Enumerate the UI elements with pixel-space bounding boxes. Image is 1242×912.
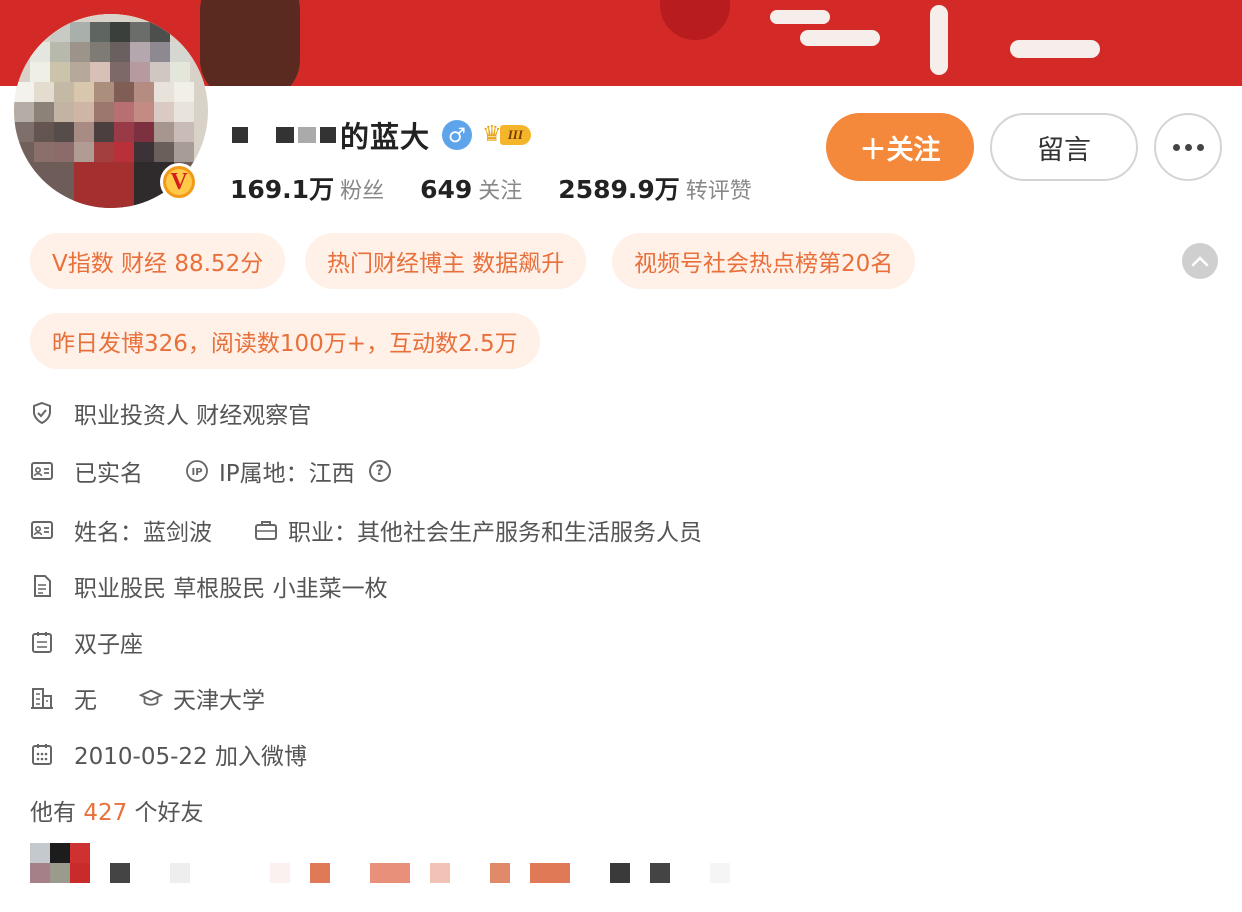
building-icon [30,686,54,710]
banner-lettering [930,5,948,75]
collapse-button[interactable] [1182,243,1218,279]
banner-heart [660,0,730,40]
profile-name-row: 的蓝大 ♂ ♛ III [232,115,531,155]
friends-summary[interactable]: 他有 427 个好友 [30,793,204,827]
real-name: 姓名：蓝剑波 [74,520,212,546]
engagement-count: 2589.9万 [558,175,680,204]
ip-location: IP属地：江西 [219,461,355,487]
follow-button[interactable]: ＋关注 [826,113,974,181]
hot-blogger-tag[interactable]: 热门财经博主 数据飙升 [305,233,587,289]
graduation-cap-icon [139,686,163,710]
profile-sheet [0,86,1242,912]
real-name-status: 已实名 [74,461,143,487]
document-icon [30,574,54,598]
profile-stats: 169.1万 粉丝 649 关注 2589.9万 转评赞 [230,170,788,206]
description-text: 职业股民 草根股民 小韭菜一枚 [74,576,388,602]
calendar-icon [30,630,54,654]
profile-name: 的蓝大 [340,120,431,154]
following-count[interactable]: 649 [420,175,472,204]
join-date-row: 2010-05-22 加入微博 [30,736,307,772]
banner-figure [200,0,300,86]
occupation: 职业：其他社会生产服务和生活服务人员 [288,520,702,546]
following-label[interactable]: 关注 [478,173,522,205]
help-icon[interactable]: ? [368,460,391,482]
friends-count: 427 [83,800,128,826]
verification-row: 已实名 IP IP属地：江西 ? [30,453,391,489]
vip-crown-icon[interactable]: ♛ III [482,123,531,147]
description-row: 职业股民 草根股民 小韭菜一枚 [30,568,388,604]
male-gender-icon: ♂ [442,120,473,150]
zodiac-text: 双子座 [74,632,143,658]
id-card-icon [30,459,54,483]
engagement-label: 转评赞 [685,179,752,204]
more-icon [1172,143,1204,151]
banner-lettering [800,30,880,46]
daily-stats-tag[interactable]: 昨日发博326，阅读数100万+，互动数2.5万 [30,313,540,369]
bio-text: 职业投资人 财经观察官 [74,403,312,429]
followers-count[interactable]: 169.1万 [230,170,334,206]
join-date-text: 2010-05-22 加入微博 [74,744,307,770]
shield-icon [30,401,54,425]
banner-lettering [770,10,830,24]
name-mosaic [232,127,336,143]
svg-text:IP: IP [191,467,202,478]
company-school-row: 无 天津大学 [30,680,265,716]
ip-icon: IP [185,459,209,483]
bio-row: 职业投资人 财经观察官 [30,395,311,431]
message-button[interactable]: 留言 [990,113,1138,181]
friends-prefix: 他有 [30,800,76,826]
v-index-tag[interactable]: V指数 财经 88.52分 [30,233,286,289]
more-button[interactable] [1154,113,1222,181]
briefcase-icon [254,518,278,542]
member-level-badge: III [499,125,531,145]
verified-badge-icon: V [160,163,198,201]
calendar-join-icon [30,742,54,766]
video-ranking-tag[interactable]: 视频号社会热点榜第20名 [612,233,916,289]
friends-suffix: 个好友 [134,800,204,826]
followers-label[interactable]: 粉丝 [340,173,384,205]
id-card-icon [30,518,54,542]
chevron-up-icon [1191,256,1209,267]
zodiac-row: 双子座 [30,624,143,660]
banner-lettering [1010,40,1100,58]
school-text: 天津大学 [173,688,265,714]
identity-row: 姓名：蓝剑波 职业：其他社会生产服务和生活服务人员 [30,512,702,548]
crown-icon: ♛ [482,122,502,147]
company-text: 无 [74,688,97,714]
